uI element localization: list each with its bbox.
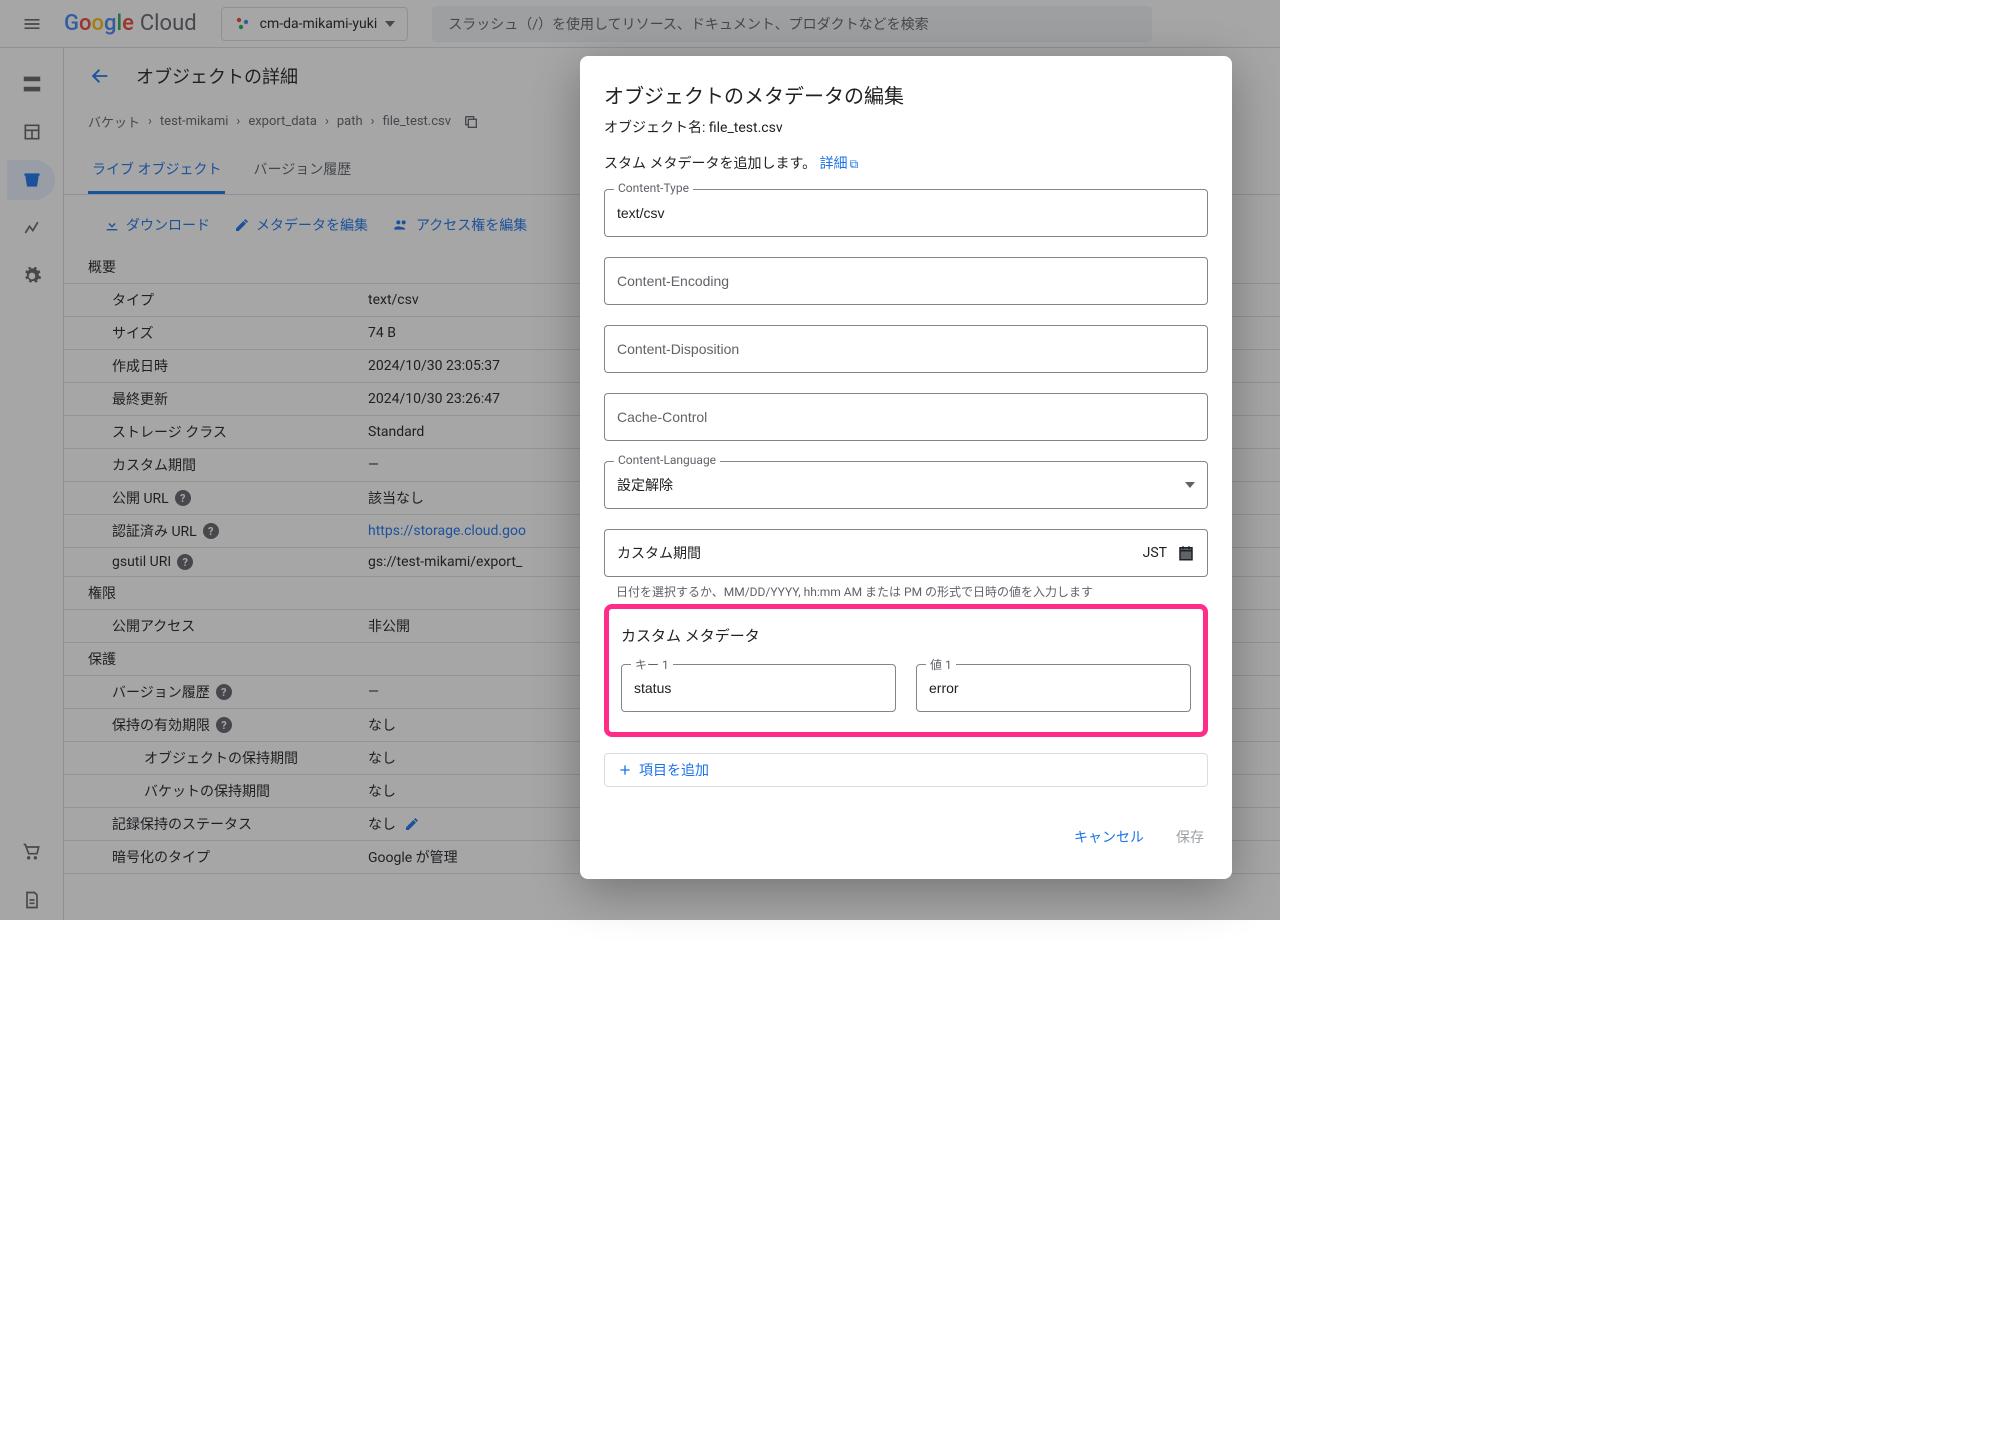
content-disposition-field — [604, 325, 1208, 373]
dialog-title: オブジェクトのメタデータの編集 — [604, 80, 1208, 109]
custom-metadata-section: カスタム メタデータ キー 1 値 1 — [604, 604, 1208, 737]
save-button[interactable]: 保存 — [1172, 819, 1208, 855]
dialog-intro: スタム メタデータを追加します。 詳細⧉ — [604, 153, 1208, 173]
cache-control-input[interactable] — [604, 393, 1208, 441]
dialog-object-name: オブジェクト名: file_test.csv — [604, 117, 1208, 137]
content-disposition-input[interactable] — [604, 325, 1208, 373]
custom-metadata-heading: カスタム メタデータ — [621, 625, 1191, 646]
content-language-field: Content-Language 設定解除 — [604, 461, 1208, 509]
custom-value-1-field: 値 1 — [916, 664, 1191, 712]
cache-control-field — [604, 393, 1208, 441]
calendar-icon — [1177, 544, 1195, 562]
content-type-input[interactable] — [604, 189, 1208, 237]
chevron-down-icon — [1185, 482, 1195, 488]
add-item-button[interactable]: 項目を追加 — [604, 753, 1208, 787]
content-encoding-input[interactable] — [604, 257, 1208, 305]
custom-value-1-input[interactable] — [916, 664, 1191, 712]
content-encoding-field — [604, 257, 1208, 305]
custom-period-input[interactable]: カスタム期間 JST — [604, 529, 1208, 577]
external-link-icon: ⧉ — [850, 157, 859, 171]
plus-icon — [617, 762, 633, 778]
edit-metadata-dialog: オブジェクトのメタデータの編集 オブジェクト名: file_test.csv ス… — [580, 56, 1232, 879]
details-link[interactable]: 詳細⧉ — [820, 156, 859, 172]
custom-key-1-field: キー 1 — [621, 664, 896, 712]
content-language-select[interactable]: 設定解除 — [604, 461, 1208, 509]
content-type-field: Content-Type — [604, 189, 1208, 237]
date-helper-text: 日付を選択するか、MM/DD/YYYY, hh:mm AM または PM の形式… — [604, 583, 1208, 600]
cancel-button[interactable]: キャンセル — [1070, 819, 1148, 855]
custom-period-field: カスタム期間 JST 日付を選択するか、MM/DD/YYYY, hh:mm AM… — [604, 529, 1208, 600]
